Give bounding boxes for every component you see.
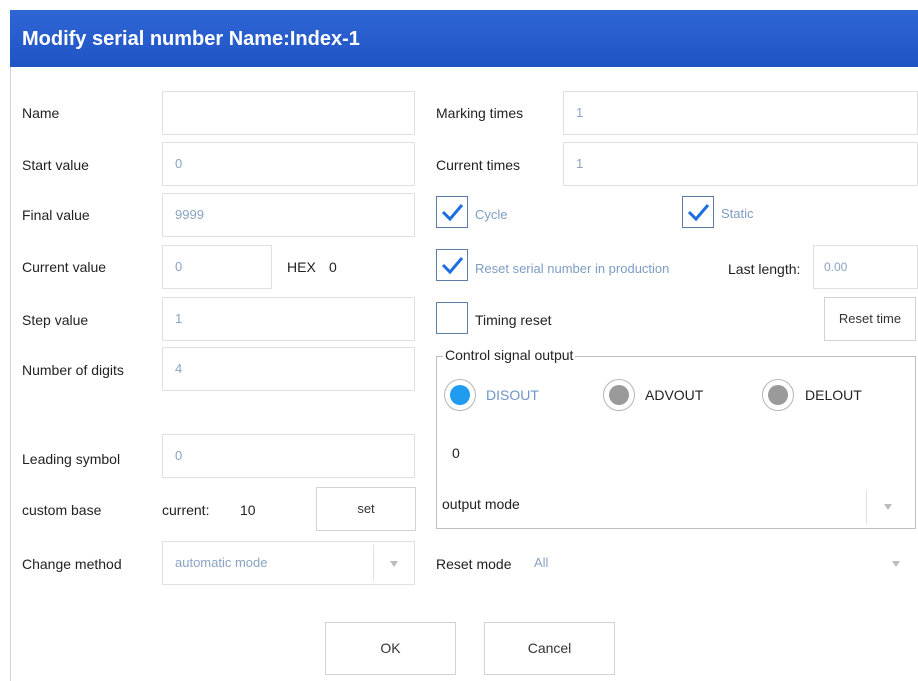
cycle-checkbox[interactable] bbox=[436, 196, 468, 228]
output-mode-separator bbox=[866, 490, 867, 524]
title-bar: Modify serial number Name:Index-1 bbox=[10, 10, 918, 67]
custom-base-current-value: 10 bbox=[240, 502, 256, 518]
number-of-digits-field[interactable]: 4 bbox=[162, 347, 415, 391]
control-signal-value: 0 bbox=[452, 445, 460, 461]
step-value-field[interactable]: 1 bbox=[162, 297, 415, 341]
current-times-label: Current times bbox=[436, 157, 521, 173]
reset-in-production-checkbox[interactable] bbox=[436, 249, 468, 281]
chevron-down-icon[interactable] bbox=[892, 561, 900, 567]
reset-mode-label: Reset mode bbox=[436, 556, 512, 572]
leading-symbol-field[interactable]: 0 bbox=[162, 434, 415, 478]
reset-mode-value: All bbox=[534, 555, 549, 570]
final-value-label: Final value bbox=[22, 207, 90, 223]
dialog-title: Modify serial number Name:Index-1 bbox=[22, 28, 360, 50]
chevron-down-icon[interactable] bbox=[390, 561, 398, 567]
check-icon bbox=[441, 257, 464, 275]
current-times-field[interactable]: 1 bbox=[563, 142, 918, 186]
ok-button[interactable]: OK bbox=[325, 622, 456, 675]
control-signal-legend: Control signal output bbox=[443, 347, 576, 363]
timing-reset-checkbox[interactable] bbox=[436, 302, 468, 334]
disout-label: DISOUT bbox=[486, 387, 539, 403]
marking-times-label: Marking times bbox=[436, 105, 524, 121]
number-of-digits-label: Number of digits bbox=[22, 362, 124, 378]
start-value-label: Start value bbox=[22, 157, 89, 173]
leading-symbol-label: Leading symbol bbox=[22, 451, 121, 467]
check-icon bbox=[441, 204, 464, 222]
reset-time-button[interactable]: Reset time bbox=[824, 297, 916, 341]
set-button[interactable]: set bbox=[316, 487, 416, 531]
final-value-field[interactable]: 9999 bbox=[162, 193, 415, 237]
output-mode-select[interactable] bbox=[540, 487, 912, 525]
change-method-separator bbox=[373, 545, 374, 581]
custom-base-current-label: current: bbox=[162, 502, 210, 518]
delout-radio[interactable] bbox=[762, 379, 794, 411]
hex-label: HEX bbox=[287, 259, 316, 275]
name-label: Name bbox=[22, 105, 60, 121]
change-method-label: Change method bbox=[22, 556, 122, 572]
current-value-label: Current value bbox=[22, 259, 107, 275]
static-checkbox[interactable] bbox=[682, 196, 714, 228]
custom-base-label: custom base bbox=[22, 502, 102, 518]
name-field[interactable] bbox=[162, 91, 415, 135]
current-value-field[interactable]: 0 bbox=[162, 245, 272, 289]
change-method-value: automatic mode bbox=[175, 555, 268, 570]
hex-value: 0 bbox=[329, 259, 337, 275]
reset-mode-select[interactable]: All bbox=[528, 541, 918, 585]
cancel-button[interactable]: Cancel bbox=[484, 622, 615, 675]
check-icon bbox=[687, 204, 710, 222]
start-value-field[interactable]: 0 bbox=[162, 142, 415, 186]
advout-label: ADVOUT bbox=[645, 387, 704, 403]
reset-in-production-label: Reset serial number in production bbox=[475, 261, 670, 276]
last-length-label: Last length: bbox=[728, 261, 801, 277]
timing-reset-label: Timing reset bbox=[475, 312, 552, 328]
delout-label: DELOUT bbox=[805, 387, 862, 403]
marking-times-field[interactable]: 1 bbox=[563, 91, 918, 135]
change-method-select[interactable]: automatic mode bbox=[162, 541, 415, 585]
cycle-label: Cycle bbox=[475, 207, 508, 222]
output-mode-label: output mode bbox=[442, 496, 520, 512]
step-value-label: Step value bbox=[22, 312, 89, 328]
static-label: Static bbox=[721, 206, 754, 221]
last-length-field[interactable]: 0.00 bbox=[813, 245, 918, 289]
advout-radio[interactable] bbox=[603, 379, 635, 411]
disout-radio[interactable] bbox=[444, 379, 476, 411]
chevron-down-icon[interactable] bbox=[884, 504, 892, 510]
